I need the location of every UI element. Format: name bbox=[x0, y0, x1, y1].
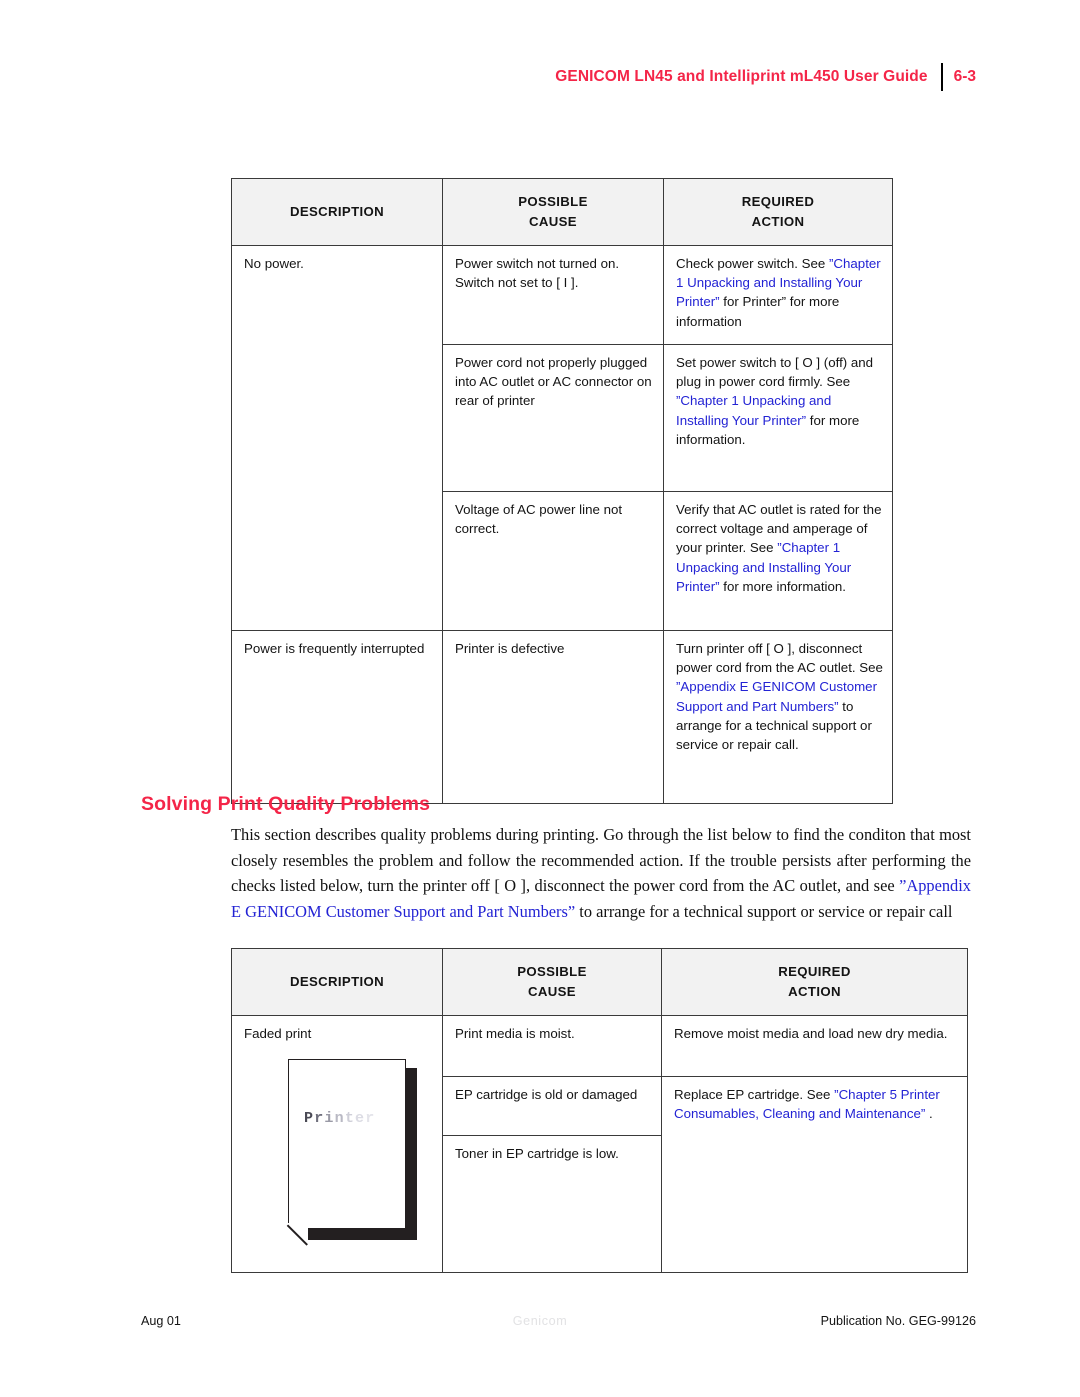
table-header-row: DESCRIPTION POSSIBLE CAUSE REQUIRED ACTI… bbox=[231, 948, 968, 1016]
column-header-description: DESCRIPTION bbox=[231, 948, 443, 1016]
header-divider-rule bbox=[940, 63, 943, 91]
faded-print-label: Printer bbox=[304, 1110, 376, 1128]
faded-print-illustration: Printer bbox=[287, 1059, 423, 1246]
paragraph-text-tail: to arrange for a technical support or se… bbox=[575, 901, 953, 921]
cell-required-action: Check power switch. See ”Chapter 1 Unpac… bbox=[663, 245, 893, 345]
cell-description: Power is frequently interrupted bbox=[231, 630, 443, 804]
section-paragraph: This section describes quality problems … bbox=[231, 822, 971, 924]
paragraph-text-lead: This section describes quality problems … bbox=[231, 825, 971, 896]
action-text-lead: Remove moist media and load new dry medi… bbox=[674, 1026, 948, 1041]
column-header-description: DESCRIPTION bbox=[231, 178, 443, 246]
table-print-quality: DESCRIPTION POSSIBLE CAUSE REQUIRED ACTI… bbox=[231, 948, 968, 1273]
cell-required-action: Remove moist media and load new dry medi… bbox=[661, 1015, 968, 1077]
action-text-tail: for more information. bbox=[719, 578, 846, 594]
cell-possible-cause: EP cartridge is old or damaged bbox=[442, 1076, 662, 1136]
action-text-tail: . bbox=[925, 1106, 933, 1122]
section-heading: Solving Print Quality Problems bbox=[141, 793, 431, 815]
cell-possible-cause: Printer is defective bbox=[442, 630, 664, 804]
cell-description: No power. bbox=[231, 245, 443, 631]
header-page-number: 6-3 bbox=[953, 68, 976, 85]
action-text-lead: Turn printer off [ O ], disconnect power… bbox=[676, 641, 883, 676]
cell-possible-cause: Power cord not properly plugged into AC … bbox=[442, 344, 664, 492]
table-power-problems: DESCRIPTION POSSIBLE CAUSE REQUIRED ACTI… bbox=[231, 178, 893, 804]
cell-possible-cause: Power switch not turned on. Switch not s… bbox=[442, 245, 664, 345]
action-text-lead: Set power switch to [ O ] (off) and plug… bbox=[676, 355, 874, 390]
cell-possible-cause: Print media is moist. bbox=[442, 1015, 662, 1077]
table-row: Power is frequently interrupted Printer … bbox=[231, 630, 893, 804]
paper-sheet bbox=[288, 1059, 406, 1230]
column-header-possible-cause: POSSIBLE CAUSE bbox=[442, 178, 664, 246]
cell-required-action: Turn printer off [ O ], disconnect power… bbox=[663, 630, 893, 804]
column-header-possible-cause: POSSIBLE CAUSE bbox=[442, 948, 662, 1016]
table-row: Faded print Printer Print media is moist… bbox=[231, 1015, 968, 1273]
action-text-lead: Replace EP cartridge. See bbox=[674, 1087, 835, 1102]
cell-required-action: Set power switch to [ O ] (off) and plug… bbox=[663, 344, 893, 492]
column-header-required-action: REQUIRED ACTION bbox=[661, 948, 968, 1016]
page-running-header: GENICOM LN45 and Intelliprint mL450 User… bbox=[0, 62, 1080, 92]
table-row: No power. Power switch not turned on. Sw… bbox=[231, 245, 893, 631]
table-header-row: DESCRIPTION POSSIBLE CAUSE REQUIRED ACTI… bbox=[231, 178, 893, 246]
footer-publication-number: Publication No. GEG-99126 bbox=[820, 1314, 976, 1328]
header-title: GENICOM LN45 and Intelliprint mL450 User… bbox=[555, 68, 928, 85]
page-footer: Aug 01 Genicom Publication No. GEG-99126 bbox=[0, 1314, 1080, 1336]
cell-required-action: Verify that AC outlet is rated for the c… bbox=[663, 491, 893, 631]
action-text-lead: Check power switch. See bbox=[676, 256, 829, 271]
cell-description: Faded print Printer bbox=[231, 1015, 443, 1273]
column-header-required-action: REQUIRED ACTION bbox=[663, 178, 893, 246]
cell-possible-cause: Voltage of AC power line not correct. bbox=[442, 491, 664, 631]
description-label: Faded print bbox=[244, 1026, 312, 1041]
cell-possible-cause: Toner in EP cartridge is low. bbox=[442, 1135, 662, 1273]
cell-required-action: Replace EP cartridge. See ”Chapter 5 Pri… bbox=[661, 1076, 968, 1273]
